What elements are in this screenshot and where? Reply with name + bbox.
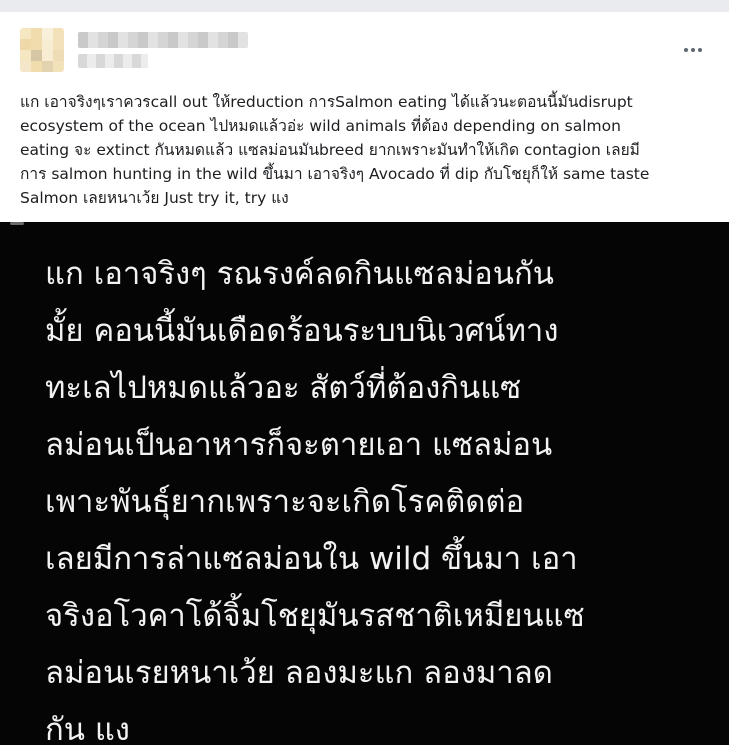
- more-options-icon[interactable]: [680, 44, 706, 56]
- post-image[interactable]: แก เอาจริงๆ รณรงค์ลดกินแซลม่อนกัน มั้ย ค…: [0, 222, 729, 745]
- post-meta-redacted: [78, 54, 148, 68]
- post-text: แก เอาจริงๆเราควรcall out ให้reduction ก…: [20, 93, 650, 207]
- author-name-redacted[interactable]: [78, 32, 248, 48]
- avatar[interactable]: [20, 28, 64, 72]
- image-text: แก เอาจริงๆ รณรงค์ลดกินแซลม่อนกัน มั้ย ค…: [45, 256, 585, 745]
- image-artifact: [10, 222, 24, 225]
- post-card: แก เอาจริงๆเราควรcall out ให้reduction ก…: [0, 12, 729, 745]
